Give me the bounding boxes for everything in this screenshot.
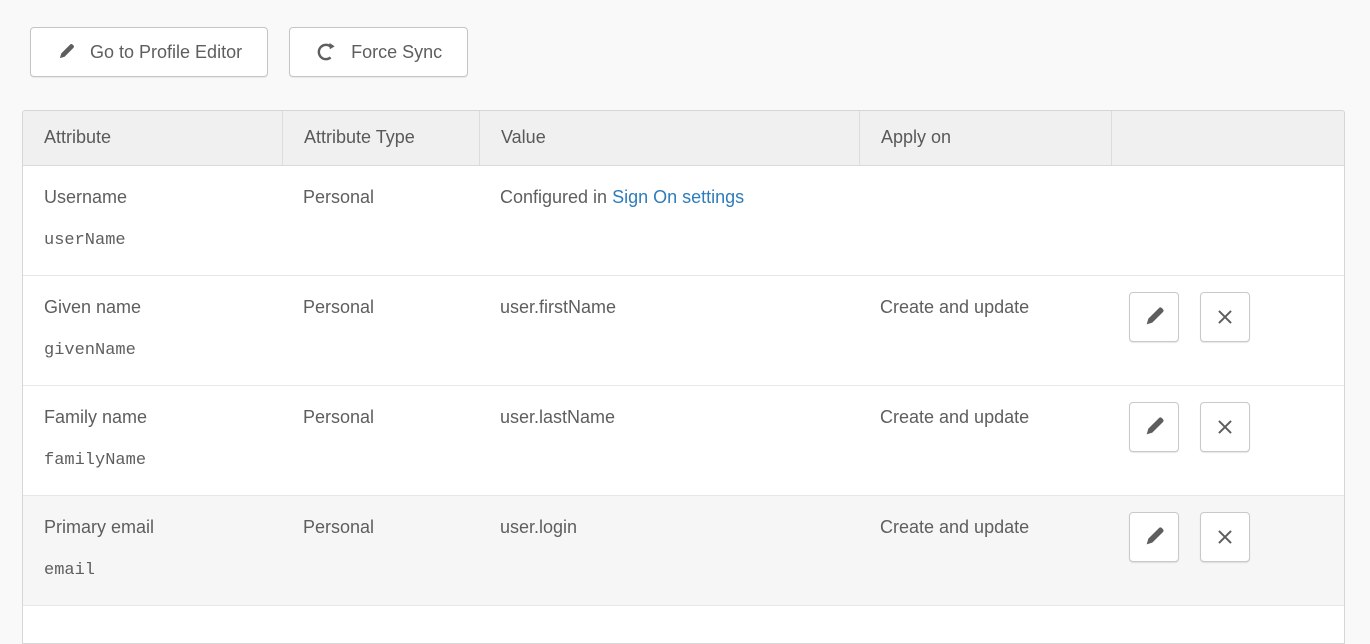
pencil-icon [1142, 305, 1166, 329]
table-row-partial [23, 606, 1344, 644]
column-header-actions [1111, 111, 1344, 165]
value-text: Configured in [500, 187, 607, 207]
attribute-mappings-table: Attribute Attribute Type Value Apply on … [22, 110, 1345, 644]
edit-attribute-button[interactable] [1129, 512, 1179, 562]
pencil-icon [1142, 415, 1166, 439]
column-header-attribute-type: Attribute Type [282, 111, 479, 165]
close-icon [1214, 306, 1236, 328]
sign-on-settings-link[interactable]: Sign On settings [612, 187, 744, 207]
attribute-label: Username [44, 186, 272, 208]
table-row-username: Username userName Personal Configured in… [23, 166, 1344, 276]
attribute-value: user.firstName [479, 276, 859, 385]
column-header-attribute: Attribute [23, 111, 282, 165]
attribute-code: userName [44, 230, 272, 252]
close-icon [1214, 416, 1236, 438]
delete-attribute-button[interactable] [1200, 402, 1250, 452]
pencil-icon [1142, 525, 1166, 549]
apply-on-value: Create and update [859, 496, 1111, 605]
go-to-profile-editor-label: Go to Profile Editor [90, 42, 242, 63]
table-header: Attribute Attribute Type Value Apply on [23, 111, 1344, 166]
attribute-code: familyName [44, 450, 272, 472]
force-sync-button[interactable]: Force Sync [289, 27, 468, 77]
table-row-primary-email: Primary email email Personal user.login … [23, 496, 1344, 606]
edit-attribute-button[interactable] [1129, 402, 1179, 452]
attribute-type: Personal [282, 276, 479, 385]
apply-on-value [859, 166, 1111, 275]
row-actions [1111, 386, 1344, 495]
attribute-type: Personal [282, 166, 479, 275]
apply-on-value: Create and update [859, 386, 1111, 495]
attribute-type: Personal [282, 386, 479, 495]
attribute-label: Primary email [44, 516, 272, 538]
attribute-label: Family name [44, 406, 272, 428]
apply-on-value: Create and update [859, 276, 1111, 385]
attribute-value: user.login [479, 496, 859, 605]
go-to-profile-editor-button[interactable]: Go to Profile Editor [30, 27, 268, 77]
attribute-type: Personal [282, 496, 479, 605]
delete-attribute-button[interactable] [1200, 292, 1250, 342]
attribute-value: user.lastName [479, 386, 859, 495]
close-icon [1214, 526, 1236, 548]
table-row-family-name: Family name familyName Personal user.las… [23, 386, 1344, 496]
row-actions [1111, 496, 1344, 605]
toolbar: Go to Profile Editor Force Sync [30, 27, 468, 77]
refresh-icon [315, 41, 337, 63]
pencil-icon [56, 42, 76, 62]
attribute-code: email [44, 560, 272, 582]
force-sync-label: Force Sync [351, 42, 442, 63]
delete-attribute-button[interactable] [1200, 512, 1250, 562]
table-row-given-name: Given name givenName Personal user.first… [23, 276, 1344, 386]
attribute-label: Given name [44, 296, 272, 318]
row-actions [1111, 276, 1344, 385]
row-actions [1111, 166, 1344, 275]
column-header-value: Value [479, 111, 859, 165]
column-header-apply-on: Apply on [859, 111, 1111, 165]
attribute-code: givenName [44, 340, 272, 362]
edit-attribute-button[interactable] [1129, 292, 1179, 342]
